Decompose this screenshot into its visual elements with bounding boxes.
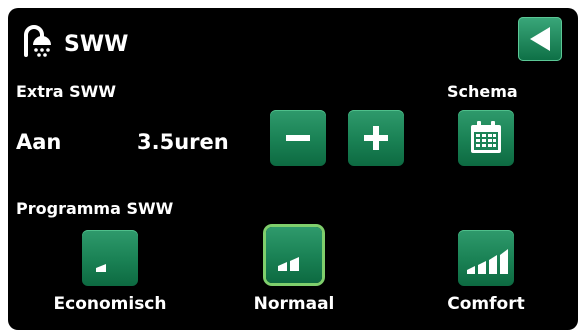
increase-button[interactable] <box>348 110 404 166</box>
page-title: SWW <box>64 32 129 57</box>
extra-sww-duration: 3.5uren <box>137 130 229 154</box>
level-medium-icon <box>278 257 299 271</box>
minus-icon <box>286 135 310 141</box>
decrease-button[interactable] <box>270 110 326 166</box>
extra-sww-state: Aan <box>16 130 62 154</box>
program-comfort-label: Comfort <box>447 294 525 314</box>
program-economisch-button[interactable] <box>82 230 138 286</box>
schedule-button[interactable] <box>458 110 514 166</box>
program-normaal-label: Normaal <box>253 294 335 314</box>
back-button[interactable] <box>518 17 562 61</box>
shower-icon <box>20 23 54 57</box>
level-high-icon <box>467 249 508 274</box>
program-label: Programma SWW <box>16 199 174 218</box>
extra-sww-label: Extra SWW <box>16 82 116 101</box>
back-arrow-icon <box>530 27 550 51</box>
program-economisch-label: Economisch <box>53 294 167 314</box>
sww-screen: SWW Extra SWW Schema Aan 3.5uren Program… <box>8 8 578 330</box>
program-comfort-button[interactable] <box>458 230 514 286</box>
level-low-icon <box>96 264 106 272</box>
plus-icon <box>364 126 388 150</box>
calendar-icon <box>471 121 501 153</box>
program-normaal-button[interactable] <box>266 227 322 283</box>
schema-label: Schema <box>447 82 518 101</box>
